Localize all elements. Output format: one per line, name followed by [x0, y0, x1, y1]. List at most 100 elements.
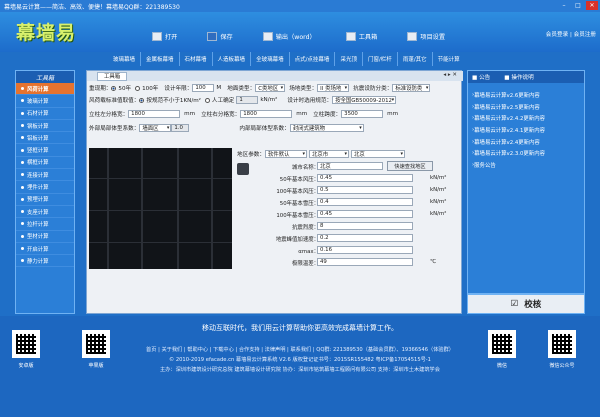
tab-stone[interactable]: 石材幕墙	[178, 52, 212, 66]
check-button[interactable]: ☑ 校核	[467, 294, 585, 314]
wind-load-input[interactable]: 1	[236, 96, 259, 104]
param-label: 100年基本风压：	[276, 189, 319, 195]
sidebar-item[interactable]: 竖框计算	[16, 144, 74, 157]
tab-glass[interactable]: 玻璃幕墙	[108, 52, 140, 66]
quick-find-button[interactable]: 快速查找地区	[387, 161, 433, 171]
ext-coef-select[interactable]: 墙面区	[139, 124, 172, 132]
param-input[interactable]: 0.45	[317, 174, 413, 182]
site-type-select[interactable]: II 类场地	[317, 84, 350, 92]
project-settings-button[interactable]: 项目设置	[407, 32, 445, 41]
toolbox-button[interactable]: 工具箱	[345, 32, 377, 41]
open-icon	[152, 32, 162, 41]
sidebar-item[interactable]: 横框计算	[16, 157, 74, 170]
tab-announcement[interactable]: ■ 公告	[472, 73, 490, 81]
ext-coef-value: 1.0	[171, 124, 190, 132]
list-item[interactable]: › 幕墙易云计算v2.4更新内容	[468, 136, 584, 148]
param-input[interactable]: 0.2	[317, 234, 413, 242]
sidebar-item[interactable]: 拉杆计算	[16, 218, 74, 231]
qr-official-icon	[548, 330, 576, 358]
list-item[interactable]: › 幕墙易云计算v2.3.0更新内容	[468, 147, 584, 159]
left-width-input[interactable]: 1800	[128, 110, 181, 118]
close-icon[interactable]: ✕	[586, 1, 598, 10]
tab-toolbox[interactable]: 工具箱	[97, 71, 128, 81]
list-item[interactable]: › 幕墙易云计算v2.4.1更新内容	[468, 124, 584, 136]
list-item[interactable]: › 幕墙易云计算v2.4.2更新内容	[468, 112, 584, 124]
qr-wechat-icon	[488, 330, 516, 358]
checkbox-icon: ☑	[510, 299, 519, 309]
tab-full-glass[interactable]: 全玻璃幕墙	[250, 52, 289, 66]
seismic-class-select[interactable]: 标准设防类	[392, 84, 431, 92]
tab-doors[interactable]: 门窗/栏杆	[361, 52, 397, 66]
tab-canopy[interactable]: 雨蓬/其它	[396, 52, 432, 66]
tab-skylight[interactable]: 采光顶	[334, 52, 362, 66]
minimize-icon[interactable]: –	[558, 1, 570, 10]
sidebar-item[interactable]: 型材计算	[16, 231, 74, 243]
ground-type-select[interactable]: C类地区	[255, 84, 286, 92]
district-select[interactable]: 北京	[350, 150, 405, 158]
span-label: 立柱跨度：	[313, 112, 342, 118]
save-disk-icon[interactable]	[237, 163, 249, 175]
list-item[interactable]: › 幕墙易云计算v2.5更新内容	[468, 101, 584, 113]
param-unit: kN/m²	[430, 211, 447, 217]
sidebar-item[interactable]: 铝板计算	[16, 132, 74, 145]
sidebar-item[interactable]: 埋件计算	[16, 181, 74, 194]
tab-metal[interactable]: 金属板幕墙	[140, 52, 179, 66]
param-label: 50年基本雪压：	[279, 201, 319, 207]
sidebar-item[interactable]: 开启计算	[16, 243, 74, 256]
param-input[interactable]: 8	[317, 222, 413, 230]
login-links[interactable]: 会员登录 | 会员注册	[546, 30, 596, 38]
footer: 移动互联时代，我们用云计算帮助你更高效完成幕墙计算工作。 首页 | 关于我们 |…	[0, 316, 600, 417]
param-unit: ℃	[430, 259, 437, 265]
site-type-label: 场地类型：	[289, 86, 318, 92]
word-export-button[interactable]: 输出（word）	[262, 32, 316, 41]
span-input[interactable]: 3500	[341, 110, 384, 118]
city-select[interactable]: 北京市	[308, 150, 349, 158]
design-life-input[interactable]: 100	[192, 84, 215, 92]
sidebar-item[interactable]: 玻璃计算	[16, 95, 74, 108]
qr-ios-label: 苹果版	[88, 363, 104, 369]
sidebar-item[interactable]: 静力计算	[16, 255, 74, 268]
sidebar-item[interactable]: 连接计算	[16, 169, 74, 182]
sidebar-item[interactable]: 钢板计算	[16, 120, 74, 133]
return-period-100-radio[interactable]	[135, 85, 141, 91]
param-label: 城市名称：	[292, 165, 319, 171]
maximize-icon[interactable]: □	[572, 1, 584, 10]
logo: 幕墙易	[16, 22, 77, 44]
province-select[interactable]: 软件默认	[264, 150, 307, 158]
left-width-label: 立柱左分格宽：	[89, 112, 129, 118]
int-coef-select[interactable]: 封闭式建筑物	[289, 124, 364, 132]
param-input[interactable]: 0.16	[317, 246, 413, 254]
tab-instructions[interactable]: ■ 操作说明	[504, 73, 533, 81]
list-item[interactable]: › 幕墙易云计算v2.6更新内容	[468, 89, 584, 101]
param-input[interactable]: 0.5	[317, 186, 413, 194]
param-label: 抗震烈度：	[292, 225, 319, 231]
qr-android-icon	[12, 330, 40, 358]
spec-select[interactable]: 按全国GB50009-2012	[332, 96, 397, 104]
save-button[interactable]: 保存	[207, 32, 233, 41]
open-button[interactable]: 打开	[152, 32, 177, 41]
param-input[interactable]: 49	[317, 258, 413, 266]
right-width-input[interactable]: 1800	[240, 110, 293, 118]
sidebar-item[interactable]: 支座计算	[16, 206, 74, 219]
sidebar-title: 工具箱	[16, 71, 74, 83]
return-period-50-radio[interactable]	[111, 85, 117, 91]
city-name-input[interactable]: 北京	[317, 162, 383, 170]
sidebar-item[interactable]: 风荷计算	[16, 83, 74, 96]
wind-load-manual-radio[interactable]	[204, 97, 210, 103]
sidebar-item[interactable]: 预埋计算	[16, 194, 74, 206]
qr-wechat-label: 微信	[496, 363, 507, 369]
panel-controls[interactable]: ◂ ▸ ✕	[443, 72, 457, 78]
param-unit: kN/m²	[430, 187, 447, 193]
seismic-class-label: 抗震设防分类：	[353, 86, 393, 92]
wind-load-spec-radio[interactable]	[139, 97, 145, 103]
tab-point[interactable]: 点式/点挂幕墙	[288, 52, 335, 66]
param-label: 100年基本雪压：	[276, 213, 319, 219]
param-unit: kN/m²	[430, 199, 447, 205]
list-item[interactable]: › 服务公告	[468, 159, 584, 171]
tab-energy[interactable]: 节能计算	[431, 52, 465, 66]
param-input[interactable]: 0.4	[317, 198, 413, 206]
tab-artificial[interactable]: 人造板幕墙	[211, 52, 251, 66]
design-life-label: 设计年限：	[164, 86, 193, 92]
sidebar-item[interactable]: 石材计算	[16, 108, 74, 120]
param-input[interactable]: 0.45	[317, 210, 413, 218]
